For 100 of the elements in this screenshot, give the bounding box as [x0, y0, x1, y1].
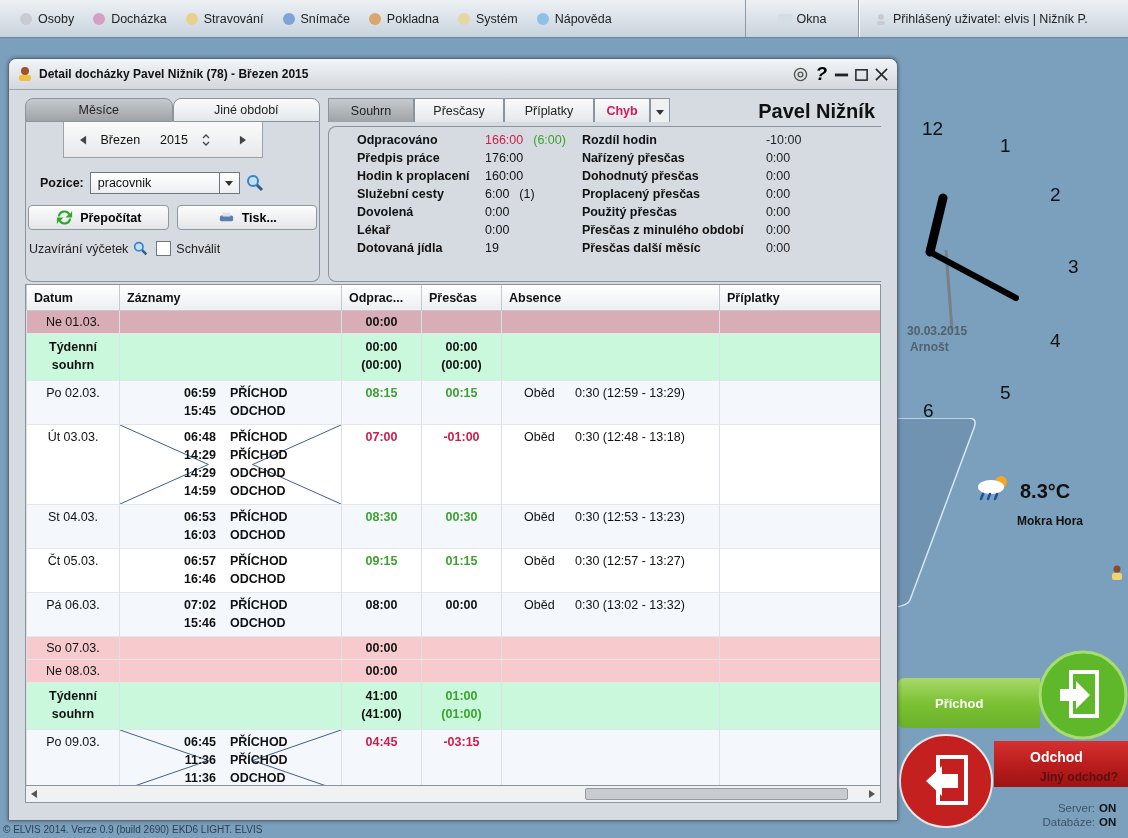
summary-value: (1): [519, 187, 535, 201]
overtime-hours: (01:00): [440, 706, 483, 723]
record-time: 14:59: [183, 483, 216, 500]
help-button[interactable]: ?: [813, 65, 829, 83]
person-name: Pavel Nižník: [758, 100, 876, 122]
absence-type: Oběd: [524, 429, 556, 446]
worked-hours: 00:00: [364, 663, 399, 680]
status-label: Server:: [1057, 801, 1095, 815]
summary-value: 0:00: [765, 151, 791, 165]
menu-item-icon: [367, 11, 382, 26]
menu-item[interactable]: Osoby: [10, 11, 84, 26]
column-header[interactable]: Absence: [501, 285, 720, 311]
previous-icon[interactable]: [79, 134, 87, 145]
person-icon: [17, 66, 33, 82]
search-icon[interactable]: [245, 174, 264, 192]
menu-item[interactable]: Systém: [447, 11, 527, 26]
next-icon[interactable]: [238, 134, 246, 145]
summary-value: (6:00): [533, 133, 566, 147]
person-icon: [1110, 565, 1124, 581]
worked-hours: 00:00: [364, 640, 399, 657]
absence-time: 0:30 (13:02 - 13:32): [575, 598, 685, 612]
column-header[interactable]: Datum: [26, 285, 120, 311]
column-header[interactable]: Přesčas: [421, 285, 502, 311]
maximize-icon[interactable]: [854, 66, 869, 82]
menu-item[interactable]: Pokladna: [358, 11, 448, 26]
column-header[interactable]: Odprac...: [341, 285, 422, 311]
date-cell: Týdenní souhrn: [26, 333, 120, 381]
date-cell: Týdenní souhrn: [26, 682, 120, 730]
search-icon[interactable]: [133, 241, 149, 256]
worked-hours: 09:15: [364, 553, 399, 570]
overtime-hours: 00:00: [444, 597, 479, 614]
summary-label: Předpis práce: [357, 151, 441, 165]
date-cell: Ne 08.03.: [26, 659, 120, 683]
year-value: 2015: [160, 132, 188, 147]
approve-checkbox[interactable]: [156, 241, 172, 256]
period-tab[interactable]: Jiné období: [172, 98, 320, 122]
column-header[interactable]: Záznamy: [119, 285, 342, 311]
tab[interactable]: Příplatky: [504, 98, 594, 122]
period-tab[interactable]: Měsíce: [25, 98, 173, 122]
closing-label: Uzavírání výčetek: [29, 241, 129, 256]
status-value: ON: [1099, 801, 1118, 815]
summary-value: 160:00: [485, 169, 524, 183]
position-dropdown[interactable]: pracovnik: [89, 172, 240, 194]
settings-icon[interactable]: [793, 66, 809, 82]
record-time: 06:45: [183, 734, 216, 751]
summary-label: Rozdíl hodin: [581, 133, 658, 147]
recalculate-button[interactable]: Přepočítat: [28, 205, 169, 230]
overtime-hours: -01:00: [442, 429, 481, 446]
summary-label: Lékař: [357, 223, 392, 237]
close-icon[interactable]: [874, 66, 889, 82]
dropdown-caret-icon[interactable]: [225, 180, 234, 186]
record-time: 11:36: [183, 770, 216, 785]
tab[interactable]: Souhrn: [328, 98, 414, 122]
menu-item[interactable]: Docházka: [83, 11, 176, 26]
summary-value: 166:00: [485, 133, 524, 147]
clock-number: 2: [1050, 184, 1061, 206]
tab[interactable]: Přesčasy: [414, 98, 504, 122]
menu-item-icon: [184, 11, 199, 26]
month-value: Březen: [100, 132, 141, 147]
worked-hours: 08:00: [364, 597, 399, 614]
approve-label: Schválit: [176, 241, 221, 256]
worked-hours: 00:00: [364, 339, 399, 356]
tab[interactable]: Chyb: [594, 98, 650, 122]
menu-item[interactable]: Stravování: [175, 11, 273, 26]
absence-time: 0:30 (12:57 - 13:27): [575, 554, 685, 568]
summary-label: Přesčas z minulého období: [581, 223, 745, 237]
position-label: Pozice:: [40, 176, 84, 190]
overtime-hours: 00:15: [444, 385, 479, 402]
menu-item[interactable]: Nápověda: [526, 11, 621, 26]
summary-value: 176:00: [485, 151, 524, 165]
overtime-hours: 00:30: [444, 509, 479, 526]
date-cell: Ne 01.03.: [26, 310, 120, 334]
logged-user: Přihlášený uživatel: elvis | Nižník P.: [870, 11, 1092, 26]
summary-value: 0:00: [485, 223, 510, 237]
record-time: 16:46: [183, 571, 216, 588]
door-enter-icon[interactable]: [1038, 650, 1128, 740]
horizontal-scrollbar[interactable]: [25, 786, 881, 803]
summary-value: 0:00: [765, 223, 791, 237]
overtime-hours: 00:00: [444, 339, 479, 356]
summary-label: Služební cesty: [357, 187, 445, 201]
name-day-date: 30.03.2015: [907, 324, 968, 338]
refresh-icon: [55, 208, 75, 227]
worked-hours: (41:00): [360, 706, 403, 723]
absence-type: Oběd: [524, 553, 556, 570]
worked-hours: 04:45: [364, 734, 399, 751]
summary-label: Přesčas další měsíc: [581, 241, 702, 255]
door-exit-icon[interactable]: [898, 733, 994, 829]
window-title: Detail docházky Pavel Nižník (78) - Březen 2015: [39, 67, 310, 81]
spinner-icon[interactable]: [201, 133, 210, 146]
date-cell: Pá 06.03.: [26, 592, 120, 637]
menu-item[interactable]: Okna: [768, 11, 836, 26]
menu-item-icon: [92, 11, 107, 26]
print-button[interactable]: Tisk...: [176, 205, 317, 230]
absence-time: 0:30 (12:53 - 13:23): [575, 510, 685, 524]
worked-hours: 00:00: [364, 314, 399, 331]
absence-type: Oběd: [524, 597, 556, 614]
column-header[interactable]: Příplatky: [719, 285, 880, 311]
record-time: 06:57: [183, 553, 216, 570]
menu-item[interactable]: Snímače: [272, 11, 359, 26]
tab-dropdown-button[interactable]: [650, 98, 670, 122]
